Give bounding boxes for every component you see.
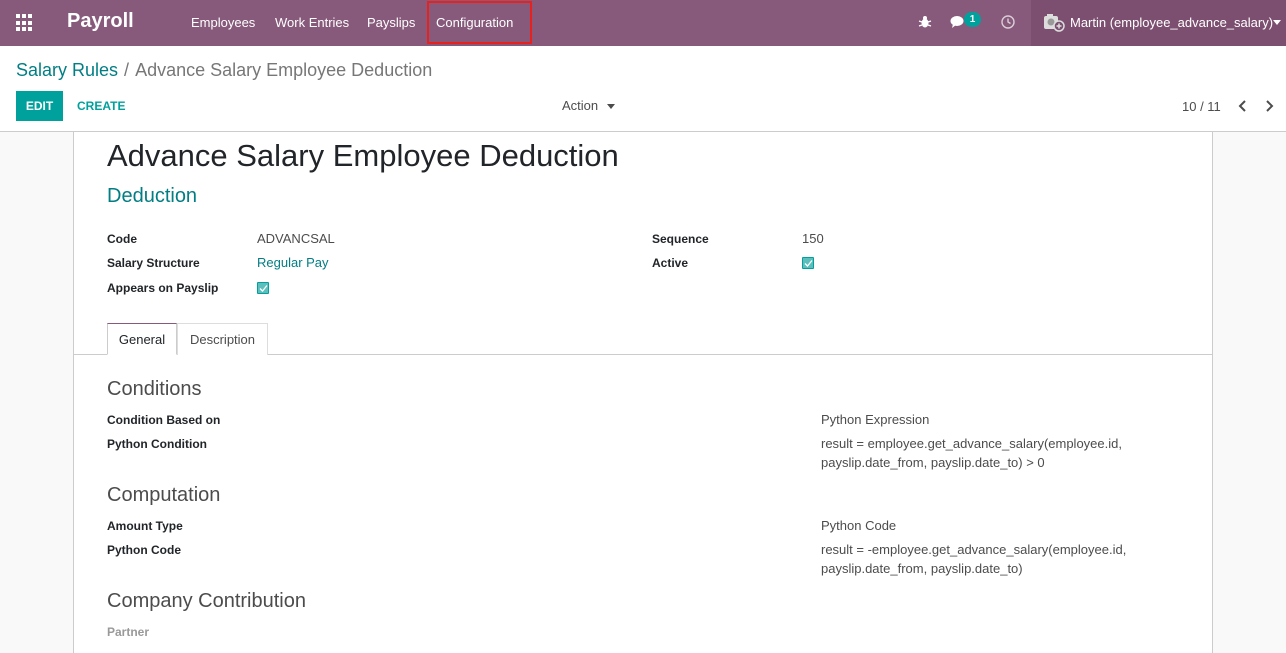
menu-work-entries[interactable]: Work Entries [275,15,349,30]
configuration-highlight [427,1,532,44]
apps-menu-icon[interactable] [16,14,34,32]
partner-label: Partner [107,625,150,639]
condition-based-on-label: Condition Based on [107,413,221,427]
company-contribution-title: Company Contribution [107,590,306,612]
amount-type-label: Amount Type [107,519,183,533]
user-caret-icon [1273,20,1281,25]
active-checkbox[interactable] [802,257,814,269]
sequence-label: Sequence [652,232,709,246]
record-category: Deduction [107,185,198,207]
action-dropdown[interactable]: Action [562,98,598,113]
debug-bug-icon[interactable] [918,15,932,29]
breadcrumb-salary-rules[interactable]: Salary Rules [16,60,118,80]
active-label: Active [652,256,689,270]
user-menu[interactable]: Martin (employee_advance_salary) [1031,0,1286,46]
top-navbar: Payroll Employees Work Entries Payslips … [0,0,1286,46]
computation-title: Computation [107,484,221,506]
menu-employees[interactable]: Employees [191,15,255,30]
code-value: ADVANCSAL [257,231,335,246]
breadcrumb: Salary Rules / Advance Salary Employee Ded… [16,60,432,81]
create-button[interactable]: CREATE [77,91,125,121]
company-avatar-icon [1044,14,1065,32]
app-brand[interactable]: Payroll [67,10,134,33]
control-panel: Salary Rules / Advance Salary Employee Ded… [0,46,1286,132]
action-caret-icon[interactable] [607,104,615,109]
user-name: Martin (employee_advance_salary) [1070,15,1274,30]
code-label: Code [107,232,137,246]
python-code-value: result = -employee.get_advance_salary(em… [821,542,1127,576]
breadcrumb-current: Advance Salary Employee Deduction [135,60,433,80]
pager-value[interactable]: 10 / 11 [1182,99,1221,114]
amount-type-value: Python Code [821,518,897,533]
activity-clock-icon[interactable] [1001,15,1015,29]
pager-next-icon[interactable] [1262,99,1276,113]
appears-on-payslip-checkbox[interactable] [257,282,269,294]
conditions-title: Conditions [107,378,202,400]
sequence-value: 150 [802,231,824,246]
appears-on-payslip-label: Appears on Payslip [107,281,219,295]
condition-based-on-value: Python Expression [821,412,930,427]
salary-structure-link[interactable]: Regular Pay [257,255,329,270]
record-title: Advance Salary Employee Deduction [107,138,619,173]
edit-button[interactable]: EDIT [16,91,63,121]
form-tabs: General Description [74,322,1212,355]
pager-previous-icon[interactable] [1236,99,1250,113]
python-condition-label: Python Condition [107,437,207,451]
chat-count-badge: 1 [964,12,981,27]
python-code-label: Python Code [107,543,181,557]
tab-general[interactable]: General [107,323,177,355]
breadcrumb-separator: / [124,60,130,80]
tab-description[interactable]: Description [177,323,268,355]
salary-structure-label: Salary Structure [107,256,200,270]
form-sheet: Advance Salary Employee Deduction Deduct… [73,132,1213,653]
menu-payslips[interactable]: Payslips [367,15,415,30]
python-condition-value: result = employee.get_advance_salary(emp… [821,436,1122,470]
